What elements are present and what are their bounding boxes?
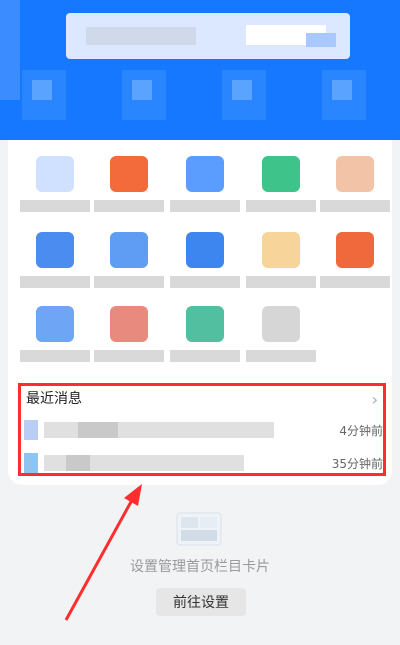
app-icon [262, 232, 300, 268]
message-preview-blurred [66, 455, 90, 471]
search-bar-blur [306, 33, 336, 47]
app-icon [186, 306, 224, 342]
app-label [320, 276, 390, 288]
app-icon [36, 232, 74, 268]
app-label [246, 200, 316, 212]
recent-messages-card[interactable]: 最近消息 › 4分钟前 35分钟前 [8, 380, 392, 480]
app-icon [36, 306, 74, 342]
app-grid-item[interactable] [320, 226, 396, 298]
message-thumbnail [24, 453, 38, 473]
search-bar[interactable] [66, 13, 350, 59]
card-illustration-icon [176, 512, 222, 546]
section-title: 最近消息 [26, 391, 82, 407]
app-grid-item[interactable] [94, 226, 170, 298]
header-edge-block [0, 0, 20, 100]
app-label [170, 350, 240, 362]
app-grid-item[interactable] [246, 300, 322, 372]
app-icon [110, 156, 148, 192]
app-grid-item[interactable] [20, 150, 96, 222]
app-grid-item[interactable] [246, 226, 322, 298]
header-shortcut[interactable] [322, 70, 366, 120]
app-label [246, 350, 316, 362]
message-preview-blurred [78, 422, 118, 438]
app-grid-item[interactable] [170, 226, 246, 298]
app-label [94, 276, 164, 288]
header [0, 0, 400, 140]
app-icon [336, 156, 374, 192]
app-icon [110, 232, 148, 268]
app-label [320, 200, 390, 212]
message-row[interactable]: 4分钟前 [18, 418, 383, 442]
message-time: 4分钟前 [339, 424, 383, 438]
chevron-right-icon[interactable]: › [372, 390, 378, 409]
app-grid-item[interactable] [170, 300, 246, 372]
app-icon [186, 232, 224, 268]
app-grid-item[interactable] [94, 150, 170, 222]
app-grid-item[interactable] [170, 150, 246, 222]
header-shortcut[interactable] [122, 70, 166, 120]
app-icon [110, 306, 148, 342]
app-grid-item[interactable] [246, 150, 322, 222]
message-time: 35分钟前 [331, 457, 383, 471]
app-label [94, 200, 164, 212]
app-label [246, 276, 316, 288]
app-label [20, 350, 90, 362]
header-shortcut[interactable] [22, 70, 66, 120]
message-row[interactable]: 35分钟前 [18, 451, 383, 475]
header-shortcut[interactable] [222, 70, 266, 120]
app-label [170, 200, 240, 212]
app-grid-item[interactable] [320, 150, 396, 222]
app-grid-item[interactable] [94, 300, 170, 372]
search-bar-blur [86, 27, 196, 45]
app-icon [262, 156, 300, 192]
app-label [94, 350, 164, 362]
app-icon [186, 156, 224, 192]
empty-state-tip: 设置管理首页栏目卡片 [130, 559, 270, 575]
app-icon [336, 232, 374, 268]
app-grid-item[interactable] [20, 226, 96, 298]
go-to-settings-button[interactable]: 前往设置 [156, 588, 246, 616]
app-label [170, 276, 240, 288]
message-thumbnail [24, 420, 38, 440]
app-icon [262, 306, 300, 342]
app-label [20, 200, 90, 212]
app-grid-item[interactable] [20, 300, 96, 372]
app-label [20, 276, 90, 288]
app-icon [36, 156, 74, 192]
